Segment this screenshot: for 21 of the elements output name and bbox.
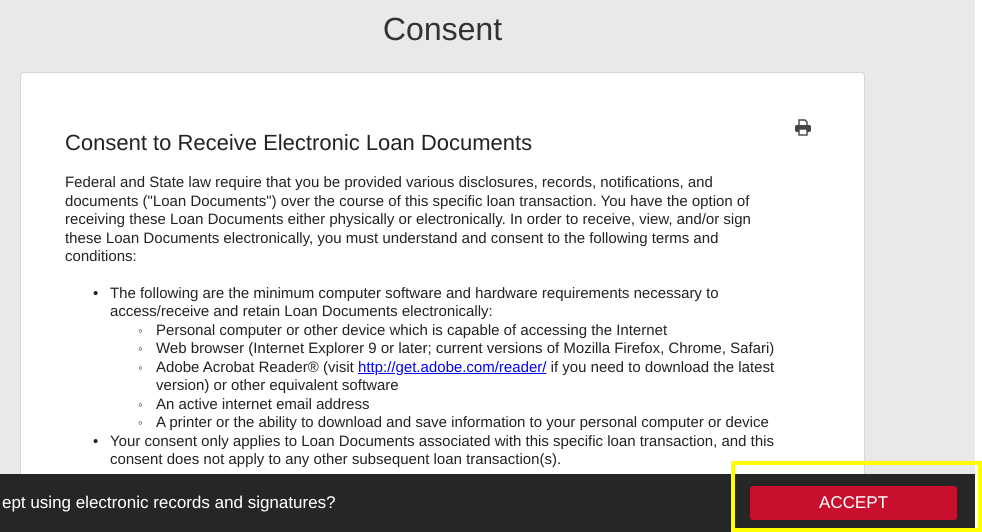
sub-bullet-marker: ◦ — [138, 340, 144, 358]
bullet-marker: • — [93, 432, 100, 452]
printer-icon[interactable] — [794, 119, 812, 136]
bullet-text: Your consent only applies to Loan Documents associated with this specific loan transaction, and this consent does not apply to any other subsequent loan transaction(s). — [110, 432, 775, 470]
bullet-text: The following are the minimum computer software and hardware requirements necessary to access/receive and retain Loan Documents electronically: — [110, 284, 720, 322]
requirement-text: Web browser (Internet Explorer 9 or later; current versions of Mozilla Firefox, Chrome, Safari) — [156, 340, 776, 358]
sub-bullet-marker: ◦ — [138, 414, 144, 432]
consent-question: ept using electronic records and signatures? — [2, 492, 336, 514]
requirement-text: Personal computer or other device which is capable of accessing the Internet — [156, 322, 668, 340]
link[interactable]: http://get.adobe.com/reader/ — [358, 358, 546, 376]
page-title: Consent — [382, 10, 502, 48]
sub-bullet-marker: ◦ — [138, 396, 144, 414]
requirement-text: Adobe Acrobat Reader® (visit http://get.adobe.com/reader/ if you need to download the latest version) or other equivalent software — [156, 358, 776, 396]
sub-bullet-marker: ◦ — [138, 358, 144, 376]
sub-bullet-marker: ◦ — [138, 322, 144, 340]
bullet-marker: • — [93, 284, 100, 304]
intro-paragraph: Federal and State law require that you be provided various disclosures, records, notifications, and documents ("Loan Documents") over the course of this specific loan transaction. You have the option of receiving these Loan Documents either physically or electronically. In order to receive, view, and/or sign these Loan Documents electronically, you must understand and consent to the following terms and conditions: — [65, 174, 752, 266]
document-heading: Consent to Receive Electronic Loan Documents — [65, 130, 532, 156]
accept-button[interactable]: ACCEPT — [750, 486, 957, 520]
requirement-text: A printer or the ability to download and save information to your personal computer or device — [156, 414, 770, 432]
requirement-text: An active internet email address — [156, 396, 370, 414]
